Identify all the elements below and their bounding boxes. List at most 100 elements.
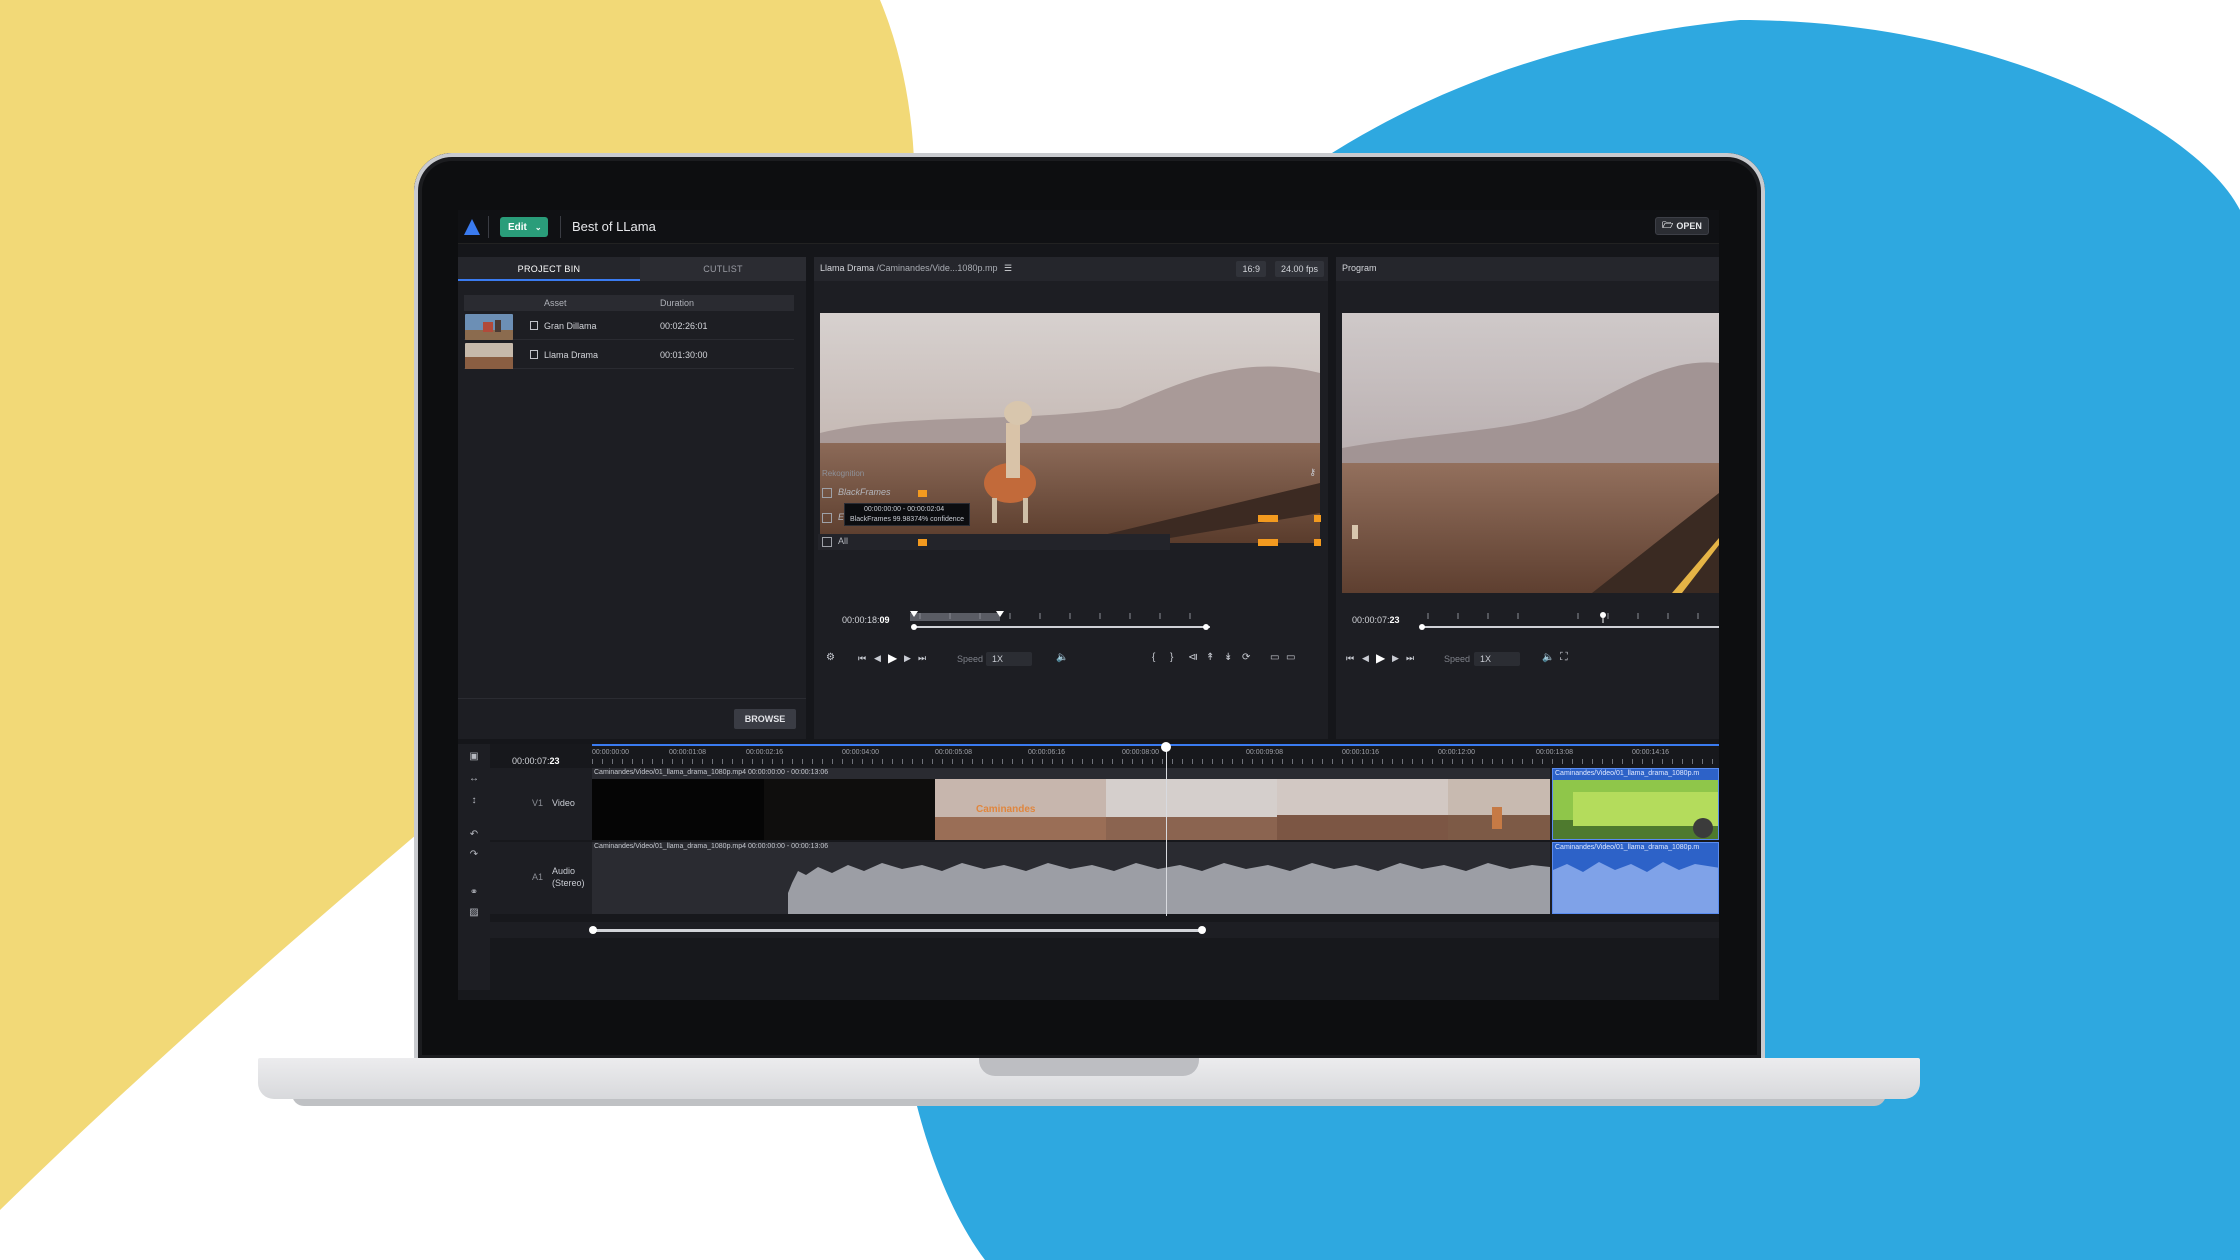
timecode-main: 00:00:18: — [842, 615, 880, 625]
playhead-handle[interactable] — [1161, 742, 1171, 752]
app-screen: Edit ⌄ Best of LLama 🗁 OPEN PROJECT BIN … — [458, 210, 1719, 1000]
detection-tooltip: 00:00:00:00 - 00:00:02:04 BlackFrames 99… — [844, 503, 971, 526]
play-icon[interactable]: ▶ — [1376, 651, 1385, 665]
track-sub: (Stereo) — [552, 878, 585, 888]
fps-chip[interactable]: 24.00 fps — [1274, 261, 1324, 277]
edit-mode-button[interactable]: Edit ⌄ — [500, 217, 548, 237]
skip-back-icon[interactable]: ⏮ — [858, 653, 866, 664]
headphones-icon[interactable]: ⚭ — [468, 888, 480, 898]
timeline-toolbar: ▣ ↔ ↕ ↶ ↷ ⚭ ▨ — [458, 744, 490, 990]
program-controls: ⏮ ◀ ▶ ▶ ⏭ Speed 1X 🔈 ⛶ — [1336, 647, 1719, 671]
tooltip-confidence: BlackFrames 99.98374% confidence — [850, 516, 965, 523]
zoom-scrollbar[interactable] — [592, 929, 1202, 932]
source-viewer-panel: Llama Drama /Caminandes/Vide...1080p.mp … — [814, 257, 1328, 739]
step-forward-icon[interactable]: ▶ — [1392, 653, 1399, 664]
volume-icon[interactable]: 🔈 — [1056, 652, 1068, 663]
step-back-icon[interactable]: ◀ — [874, 653, 881, 664]
ruler-label: 00:00:09:08 — [1246, 749, 1283, 756]
source-scrubber[interactable] — [910, 609, 1210, 633]
bin-item[interactable]: Gran Dillama 00:02:26:01 — [464, 313, 794, 340]
edit-label: Edit — [508, 221, 527, 233]
mark-in-icon[interactable]: { — [1152, 652, 1155, 663]
clear-marks-icon[interactable]: ⧏ — [1188, 652, 1198, 663]
tab-project-bin[interactable]: PROJECT BIN — [458, 257, 640, 281]
video-clip-selected[interactable]: Caminandes/Video/01_llama_drama_1080p.m — [1552, 768, 1719, 840]
video-thumbnail — [1553, 780, 1718, 839]
audio-clip[interactable]: Caminandes/Video/01_llama_drama_1080p.mp… — [592, 842, 1550, 914]
undo-icon[interactable]: ↶ — [468, 830, 480, 840]
settings-gear-icon[interactable]: ⚙ — [826, 652, 835, 663]
film-icon — [530, 350, 538, 359]
volume-icon[interactable]: 🔈 — [1542, 652, 1554, 663]
rekognition-name: BlackFrames — [838, 487, 891, 497]
skip-back-icon[interactable]: ⏮ — [1346, 653, 1354, 664]
source-clip-title: Llama Drama /Caminandes/Vide...1080p.mp … — [820, 263, 1012, 274]
timeline: ▣ ↔ ↕ ↶ ↷ ⚭ ▨ 00:00:07:23 00:00:00:00 00… — [458, 742, 1719, 1000]
speed-label: Speed — [957, 654, 984, 664]
speed-select[interactable]: 1X — [1474, 652, 1520, 666]
top-bar: Edit ⌄ Best of LLama 🗁 OPEN — [458, 210, 1719, 244]
ruler-label: 00:00:14:16 — [1632, 749, 1669, 756]
go-to-in-icon[interactable]: ↟ — [1206, 652, 1214, 663]
step-back-icon[interactable]: ◀ — [1362, 653, 1369, 664]
insert-icon[interactable]: ▭ — [1270, 652, 1279, 663]
zoom-handle-right[interactable] — [1198, 926, 1206, 934]
track-id: A1 — [532, 872, 544, 882]
checkbox[interactable] — [822, 537, 832, 547]
clip-label: Caminandes/Video/01_llama_drama_1080p.m — [1555, 770, 1700, 777]
source-timecode: 00:00:18:09 — [842, 615, 890, 625]
skip-forward-icon[interactable]: ⏭ — [918, 653, 926, 664]
step-forward-icon[interactable]: ▶ — [904, 653, 911, 664]
timecode-frames: 09 — [879, 615, 890, 625]
list-icon[interactable]: ☰ — [1004, 263, 1012, 273]
detection-marker[interactable] — [918, 539, 927, 546]
program-scrubber[interactable] — [1418, 609, 1719, 633]
skip-forward-icon[interactable]: ⏭ — [1406, 653, 1414, 664]
rekognition-row[interactable]: BlackFrames — [818, 485, 1170, 501]
detection-marker[interactable] — [1258, 515, 1278, 522]
zoom-handle-left[interactable] — [589, 926, 597, 934]
program-timecode: 00:00:07:23 — [1352, 615, 1400, 625]
bin-item[interactable]: Llama Drama 00:01:30:00 — [464, 342, 794, 369]
overwrite-icon[interactable]: ▭ — [1286, 652, 1295, 663]
video-clip[interactable]: Caminandes/Video/01_llama_drama_1080p.mp… — [592, 768, 1550, 840]
detection-marker[interactable] — [1314, 539, 1321, 546]
audio-clip-selected[interactable]: Caminandes/Video/01_llama_drama_1080p.m — [1552, 842, 1719, 914]
mark-out-icon[interactable]: } — [1170, 652, 1173, 663]
go-to-out-icon[interactable]: ↡ — [1224, 652, 1232, 663]
timecode-frames: 23 — [549, 756, 560, 766]
redo-icon[interactable]: ↷ — [468, 850, 480, 860]
app-logo-icon[interactable] — [464, 219, 480, 235]
delete-icon[interactable]: ▨ — [468, 908, 480, 918]
rekognition-row[interactable]: All — [818, 534, 1321, 550]
column-duration[interactable]: Duration — [660, 298, 694, 308]
aspect-ratio-chip[interactable]: 16:9 — [1236, 261, 1266, 277]
open-button[interactable]: 🗁 OPEN — [1655, 217, 1709, 235]
rekognition-name: All — [838, 536, 849, 546]
checkbox[interactable] — [822, 513, 832, 523]
tab-cutlist[interactable]: CUTLIST — [640, 257, 806, 281]
detection-marker[interactable] — [918, 490, 927, 497]
checkbox[interactable] — [822, 488, 832, 498]
browse-button[interactable]: BROWSE — [734, 709, 796, 729]
timeline-ruler[interactable]: 00:00:00:00 00:00:01:08 00:00:02:16 00:0… — [592, 746, 1719, 766]
column-asset[interactable]: Asset — [544, 298, 567, 308]
program-video-frame[interactable] — [1342, 313, 1719, 593]
ruler-label: 00:00:01:08 — [669, 749, 706, 756]
detection-marker[interactable] — [1314, 515, 1321, 522]
clip-label: Caminandes/Video/01_llama_drama_1080p.m — [1555, 844, 1700, 851]
key-icon[interactable]: ⚷ — [1309, 467, 1316, 478]
detection-marker[interactable] — [1258, 539, 1278, 546]
trim-icon[interactable]: ↕ — [468, 796, 480, 806]
speed-select[interactable]: 1X — [986, 652, 1032, 666]
playhead-line — [1166, 744, 1167, 916]
snap-icon[interactable]: ▣ — [468, 752, 480, 762]
ripple-icon[interactable]: ↔ — [468, 774, 480, 784]
clip-label: Caminandes/Video/01_llama_drama_1080p.mp… — [594, 769, 829, 776]
ruler-label: 00:00:08:00 — [1122, 749, 1159, 756]
fullscreen-icon[interactable]: ⛶ — [1560, 651, 1568, 664]
track-name: Video — [552, 798, 575, 808]
play-icon[interactable]: ▶ — [888, 651, 897, 665]
loop-icon[interactable]: ⟳ — [1242, 652, 1250, 663]
divider — [458, 698, 806, 699]
